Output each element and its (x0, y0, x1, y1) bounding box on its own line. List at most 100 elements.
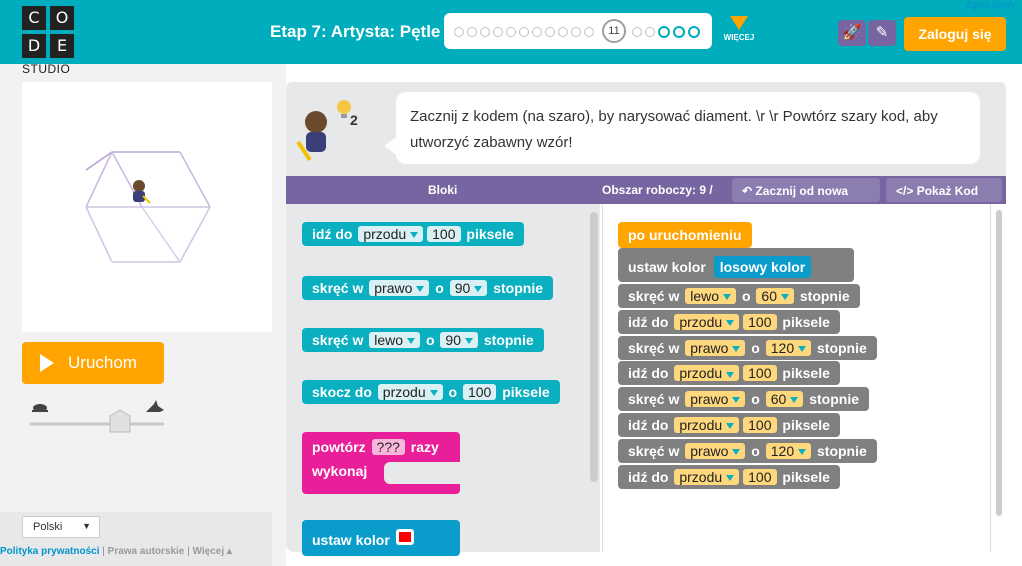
puzzle-dot[interactable] (506, 27, 516, 37)
workspace-scrollbar[interactable] (996, 210, 1002, 516)
angle-dropdown[interactable]: 90 (440, 332, 478, 348)
angle-dropdown[interactable]: 60 (756, 288, 794, 304)
angle-dropdown[interactable]: 120 (765, 442, 812, 459)
workspace-block-turn[interactable]: skręć w prawo o 120 stopnie (618, 335, 877, 360)
toolbox-block-turn-left[interactable]: skręć w lewo o 90 stopnie (302, 328, 544, 352)
puzzle-dot[interactable] (545, 27, 555, 37)
direction-dropdown[interactable]: prawo (685, 391, 746, 408)
rocket-button[interactable]: 🚀 (838, 20, 866, 46)
field-value: prawo (690, 391, 729, 408)
chevron-down-icon: ▼ (82, 521, 91, 531)
pencil-button[interactable]: ✎ (868, 20, 896, 46)
stage-title[interactable]: Etap 7: Artysta: Pętle (270, 22, 440, 42)
puzzle-dot[interactable] (558, 27, 568, 37)
signin-button[interactable]: Zaloguj się (904, 17, 1006, 51)
toolbox-block-set-color[interactable]: ustaw kolor (302, 520, 460, 556)
field-value: przodu (679, 417, 723, 433)
direction-dropdown[interactable]: prawo (685, 339, 746, 356)
puzzle-dot[interactable] (658, 26, 670, 38)
puzzle-dot[interactable] (467, 27, 477, 37)
color-swatch[interactable] (395, 529, 414, 545)
logo-letter: E (50, 34, 74, 58)
reset-button[interactable]: ↶ Zacznij od nowa (732, 178, 880, 202)
repeat-slot (384, 462, 460, 484)
toolbox-block-move[interactable]: idź do przodu 100 piksele (302, 222, 524, 246)
turtle-icon (32, 404, 48, 412)
language-select[interactable]: Polski ▼ (22, 516, 100, 538)
direction-dropdown[interactable]: lewo (369, 332, 421, 348)
puzzle-dot[interactable] (688, 26, 700, 38)
more-links[interactable]: Więcej ▴ (193, 546, 232, 557)
show-code-button[interactable]: </> Pokaż Kod (886, 178, 1002, 202)
speed-slider[interactable] (28, 398, 166, 434)
angle-dropdown[interactable]: 120 (765, 339, 812, 356)
current-puzzle-dot[interactable]: 11 (602, 19, 626, 43)
block-text: stopnie (493, 280, 543, 296)
toolbox-block-repeat[interactable]: powtórz ??? razy wykonaj (302, 432, 460, 494)
puzzle-dot[interactable] (632, 27, 642, 37)
puzzle-dot[interactable] (532, 27, 542, 37)
puzzle-dot[interactable] (584, 27, 594, 37)
block-text: piksele (466, 226, 514, 242)
logo-letter: C (22, 6, 46, 30)
workspace-block-turn[interactable]: skręć w prawo o 60 stopnie (618, 387, 869, 412)
block-text: o (751, 391, 760, 408)
puzzle-dot[interactable] (454, 27, 464, 37)
angle-dropdown[interactable]: 90 (449, 280, 488, 296)
workspace-block-turn[interactable]: skręć w prawo o 120 stopnie (618, 438, 877, 463)
puzzle-dot[interactable] (493, 27, 503, 37)
copyright-link[interactable]: Prawa autorskie (108, 546, 185, 557)
run-button[interactable]: Uruchom (22, 342, 164, 384)
puzzle-dot[interactable] (480, 27, 490, 37)
toolbox-block-jump[interactable]: skocz do przodu o 100 piksele (302, 380, 560, 404)
toolbox-block-turn-right[interactable]: skręć w prawo o 90 stopnie (302, 276, 553, 300)
repeat-count-field[interactable]: ??? (371, 439, 405, 455)
toolbox-scrollbar[interactable] (590, 212, 598, 482)
rocket-icon: 🚀 (842, 24, 862, 41)
field-value: prawo (690, 442, 729, 459)
direction-dropdown[interactable]: prawo (369, 280, 430, 296)
privacy-link[interactable]: Polityka prywatności (0, 546, 99, 557)
dropdown-icon (726, 474, 735, 481)
number-field[interactable]: 100 (743, 417, 777, 433)
code-studio-logo[interactable]: C O D E STUDIO (22, 6, 78, 76)
separator: | (187, 546, 190, 557)
field-value: 90 (445, 332, 461, 348)
direction-dropdown[interactable]: przodu (674, 417, 740, 433)
when-run-block[interactable]: po uruchomieniu (618, 222, 752, 248)
dropdown-icon (790, 397, 799, 404)
workspace-block-move[interactable]: idź do przodu 100 piksele (618, 309, 840, 334)
puzzle-dot[interactable] (519, 27, 529, 37)
block-text: o (448, 384, 458, 400)
direction-dropdown[interactable]: prawo (685, 442, 746, 459)
random-color-block[interactable]: losowy kolor (713, 256, 812, 278)
puzzle-dot[interactable] (645, 27, 655, 37)
workspace-block-move[interactable]: idź do przodu 100 piksele (618, 361, 840, 386)
number-field[interactable]: 100 (462, 384, 497, 400)
number-field[interactable]: 100 (743, 468, 777, 485)
workspace-block-move[interactable]: idź do przodu 100 piksele (618, 413, 840, 437)
artist-canvas (22, 82, 272, 332)
number-field[interactable]: 100 (427, 226, 461, 242)
dropdown-icon (726, 371, 735, 378)
field-value: lewo (690, 288, 720, 304)
puzzle-dot[interactable] (571, 27, 581, 37)
number-field[interactable]: 100 (743, 313, 777, 330)
more-button[interactable]: WIĘCEJ (716, 16, 762, 42)
workspace-block-turn[interactable]: skręć w lewo o 60 stopnie (618, 284, 860, 308)
number-field[interactable]: 100 (743, 365, 777, 382)
direction-dropdown[interactable]: przodu (674, 468, 740, 485)
direction-dropdown[interactable]: przodu (674, 313, 740, 330)
direction-dropdown[interactable]: lewo (685, 288, 737, 304)
direction-dropdown[interactable]: przodu (674, 365, 740, 382)
instructions-text: Zacznij z kodem (na szaro), by narysować… (410, 108, 938, 151)
report-bug-link[interactable]: Zgłoś błędy (965, 0, 1016, 11)
slider-thumb[interactable] (109, 409, 131, 433)
angle-dropdown[interactable]: 60 (765, 391, 804, 408)
workspace-block-move[interactable]: idź do przodu 100 piksele (618, 464, 840, 489)
set-color-block[interactable]: ustaw kolor losowy kolor (618, 248, 854, 282)
puzzle-dot[interactable] (673, 26, 685, 38)
block-text: piksele (502, 384, 550, 400)
direction-dropdown[interactable]: przodu (358, 226, 424, 242)
direction-dropdown[interactable]: przodu (377, 384, 443, 400)
